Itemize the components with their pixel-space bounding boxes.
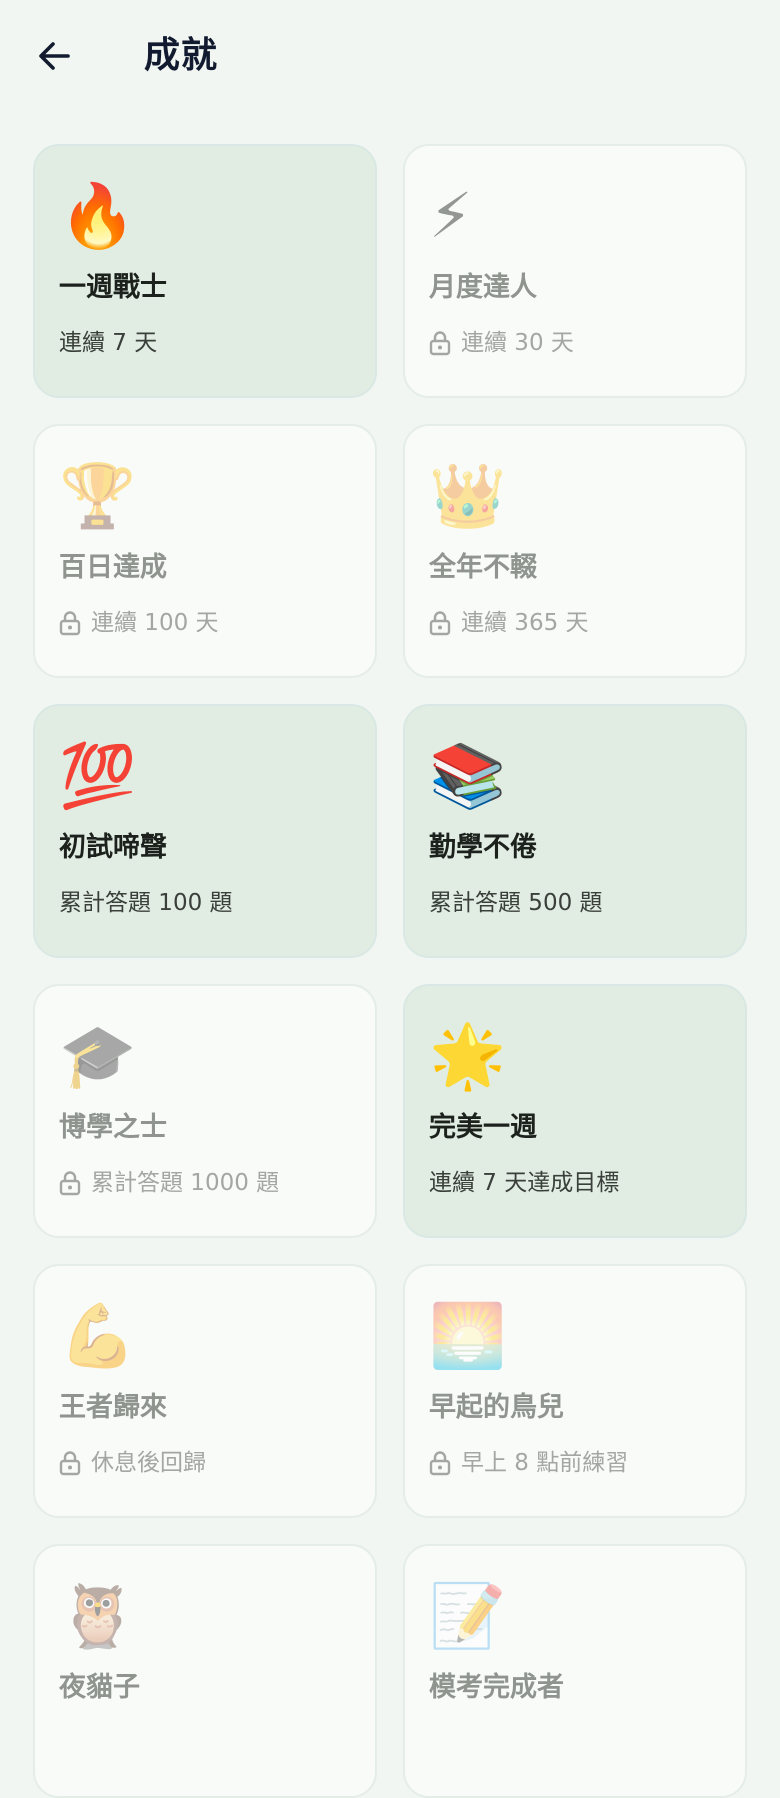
achievement-card[interactable]: 🎓 博學之士累計答題 1000 題: [33, 984, 377, 1238]
achievement-title: 完美一週: [429, 1112, 537, 1143]
achievement-requirement: 連續 30 天: [429, 328, 574, 358]
achievement-requirement-text: 連續 100 天: [91, 610, 219, 636]
achievement-requirement: 連續 365 天: [429, 608, 589, 638]
achievement-requirement-text: 連續 7 天: [59, 330, 158, 356]
sunrise-icon: 🌅: [429, 1299, 507, 1372]
achievement-title: 勤學不倦: [429, 832, 537, 863]
glowing-star-icon: 🌟: [429, 1019, 507, 1092]
achievement-title: 早起的鳥兒: [429, 1392, 564, 1423]
achievement-title: 初試啼聲: [59, 832, 167, 863]
graduation-cap-icon: 🎓: [59, 1019, 137, 1092]
hundred-points-icon: 💯: [59, 739, 137, 812]
achievement-card[interactable]: 🦉 夜貓子: [33, 1544, 377, 1798]
achievement-card[interactable]: 🔥 一週戰士連續 7 天: [33, 144, 377, 398]
achievement-requirement-text: 連續 30 天: [461, 330, 574, 356]
owl-icon: 🦉: [59, 1579, 137, 1652]
memo-icon: 📝: [429, 1579, 507, 1652]
achievement-requirement: 連續 100 天: [59, 608, 219, 638]
achievement-requirement-text: 連續 7 天達成目標: [429, 1170, 620, 1196]
lock-icon: [59, 1170, 81, 1196]
lock-icon: [429, 1450, 451, 1476]
books-icon: 📚: [429, 739, 507, 812]
app-bar: 成就: [0, 0, 780, 112]
achievement-card[interactable]: ⚡ 月度達人連續 30 天: [403, 144, 747, 398]
achievement-requirement-text: 累計答題 100 題: [59, 890, 233, 916]
achievement-card[interactable]: 📝 模考完成者: [403, 1544, 747, 1798]
flexed-biceps-icon: 💪: [59, 1299, 137, 1372]
achievement-requirement-text: 累計答題 1000 題: [91, 1170, 280, 1196]
achievement-requirement: 連續 7 天: [59, 328, 157, 358]
lock-icon: [59, 610, 81, 636]
achievement-requirement-text: 早上 8 點前練習: [461, 1450, 629, 1476]
achievement-requirement-text: 累計答題 500 題: [429, 890, 603, 916]
lightning-icon: ⚡: [429, 179, 473, 252]
achievement-requirement: 累計答題 1000 題: [59, 1168, 279, 1198]
achievement-card[interactable]: 📚 勤學不倦累計答題 500 題: [403, 704, 747, 958]
achievement-title: 百日達成: [59, 552, 167, 583]
page-title: 成就: [144, 35, 219, 76]
achievement-card[interactable]: 🌟 完美一週連續 7 天達成目標: [403, 984, 747, 1238]
achievement-title: 一週戰士: [59, 272, 167, 303]
achievement-requirement-text: 連續 365 天: [461, 610, 589, 636]
achievement-title: 模考完成者: [429, 1672, 564, 1703]
achievement-card[interactable]: 🌅 早起的鳥兒早上 8 點前練習: [403, 1264, 747, 1518]
achievement-title: 夜貓子: [59, 1672, 140, 1703]
achievement-card[interactable]: 👑 全年不輟連續 365 天: [403, 424, 747, 678]
achievement-requirement: 累計答題 100 題: [59, 888, 233, 918]
achievement-title: 王者歸來: [59, 1392, 167, 1423]
arrow-left-icon: [39, 42, 70, 70]
achievement-card[interactable]: 💯 初試啼聲累計答題 100 題: [33, 704, 377, 958]
achievement-requirement: 累計答題 500 題: [429, 888, 603, 918]
achievement-requirement-text: 休息後回歸: [91, 1450, 206, 1476]
achievement-card[interactable]: 💪 王者歸來休息後回歸: [33, 1264, 377, 1518]
lock-icon: [59, 1450, 81, 1476]
lock-icon: [429, 610, 451, 636]
achievement-requirement: 早上 8 點前練習: [429, 1448, 628, 1478]
achievement-requirement: 連續 7 天達成目標: [429, 1168, 619, 1198]
achievement-title: 月度達人: [429, 272, 537, 303]
crown-icon: 👑: [429, 459, 507, 532]
trophy-icon: 🏆: [59, 459, 137, 532]
back-button[interactable]: [28, 30, 80, 82]
achievement-title: 博學之士: [59, 1112, 167, 1143]
fire-icon: 🔥: [59, 179, 137, 252]
achievement-card[interactable]: 🏆 百日達成連續 100 天: [33, 424, 377, 678]
achievement-title: 全年不輟: [429, 552, 537, 583]
achievement-requirement: 休息後回歸: [59, 1448, 206, 1478]
lock-icon: [429, 330, 451, 356]
achievement-grid: 🔥 一週戰士連續 7 天 ⚡ 月度達人連續 30 天 🏆 百日達成連續 100 天 👑 全年不…: [33, 144, 747, 1798]
